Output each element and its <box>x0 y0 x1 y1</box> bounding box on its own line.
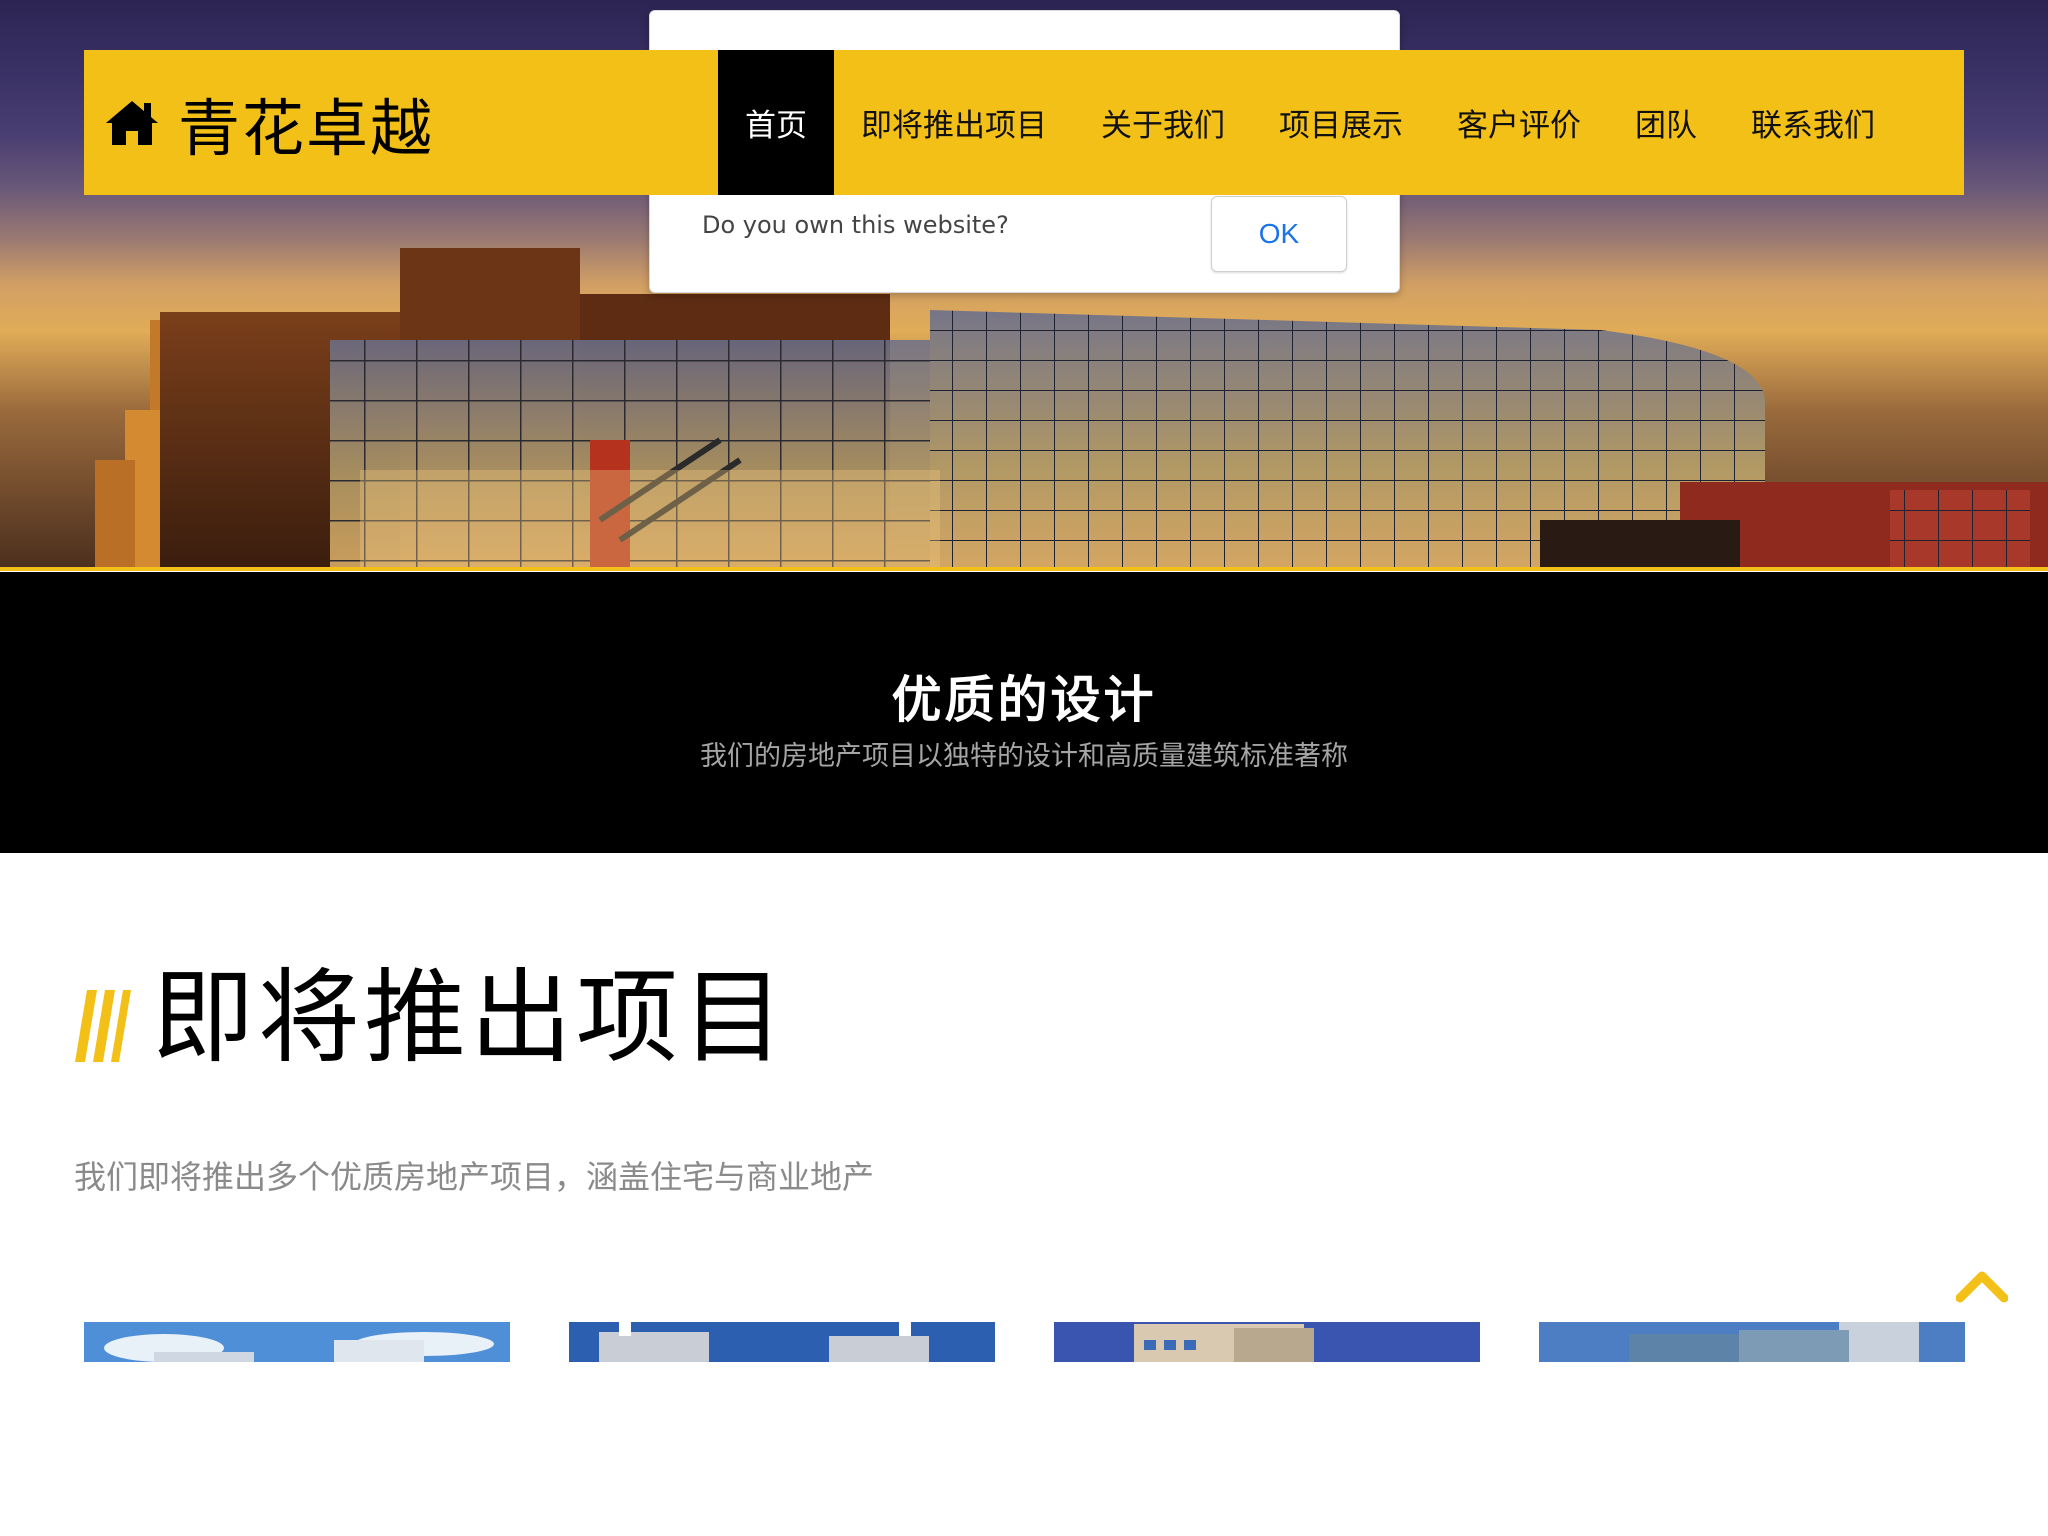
top-navbar: 青花卓越 首页 即将推出项目 关于我们 项目展示 客户评价 团队 联系我们 <box>84 50 1964 195</box>
brand-logo[interactable]: 青花卓越 <box>104 50 434 195</box>
banner-title: 优质的设计 <box>891 671 1157 729</box>
project-card-3-image[interactable] <box>1054 1322 1480 1362</box>
project-card-2-image[interactable] <box>569 1322 995 1362</box>
nav-item-testimonials[interactable]: 客户评价 <box>1430 50 1608 195</box>
nav-item-home[interactable]: 首页 <box>718 50 834 195</box>
nav-item-about[interactable]: 关于我们 <box>1074 50 1252 195</box>
section-title: 即将推出项目 <box>152 959 788 1078</box>
project-card-4-image[interactable] <box>1539 1322 1965 1362</box>
nav-menu: 首页 即将推出项目 关于我们 项目展示 客户评价 团队 联系我们 <box>718 50 1902 195</box>
chevron-up-icon[interactable] <box>1956 1268 2008 1304</box>
nav-item-projects[interactable]: 项目展示 <box>1252 50 1430 195</box>
hero-accent-border <box>0 567 2048 571</box>
quality-design-banner: 优质的设计 我们的房地产项目以独特的设计和高质量建筑标准著称 <box>0 572 2048 853</box>
home-icon <box>106 100 158 145</box>
dialog-ok-button[interactable]: OK <box>1211 196 1347 272</box>
brand-name: 青花卓越 <box>178 91 435 165</box>
nav-item-team[interactable]: 团队 <box>1608 50 1724 195</box>
banner-subtitle: 我们的房地产项目以独特的设计和高质量建筑标准著称 <box>700 741 1348 772</box>
section-subtitle: 我们即将推出多个优质房地产项目，涵盖住宅与商业地产 <box>74 1158 875 1196</box>
dialog-message: Do you own this website? <box>702 211 1009 239</box>
stripes-icon <box>75 990 131 1062</box>
project-card-1-image[interactable] <box>84 1322 510 1362</box>
nav-item-upcoming-projects[interactable]: 即将推出项目 <box>834 50 1074 195</box>
nav-item-contact[interactable]: 联系我们 <box>1724 50 1902 195</box>
